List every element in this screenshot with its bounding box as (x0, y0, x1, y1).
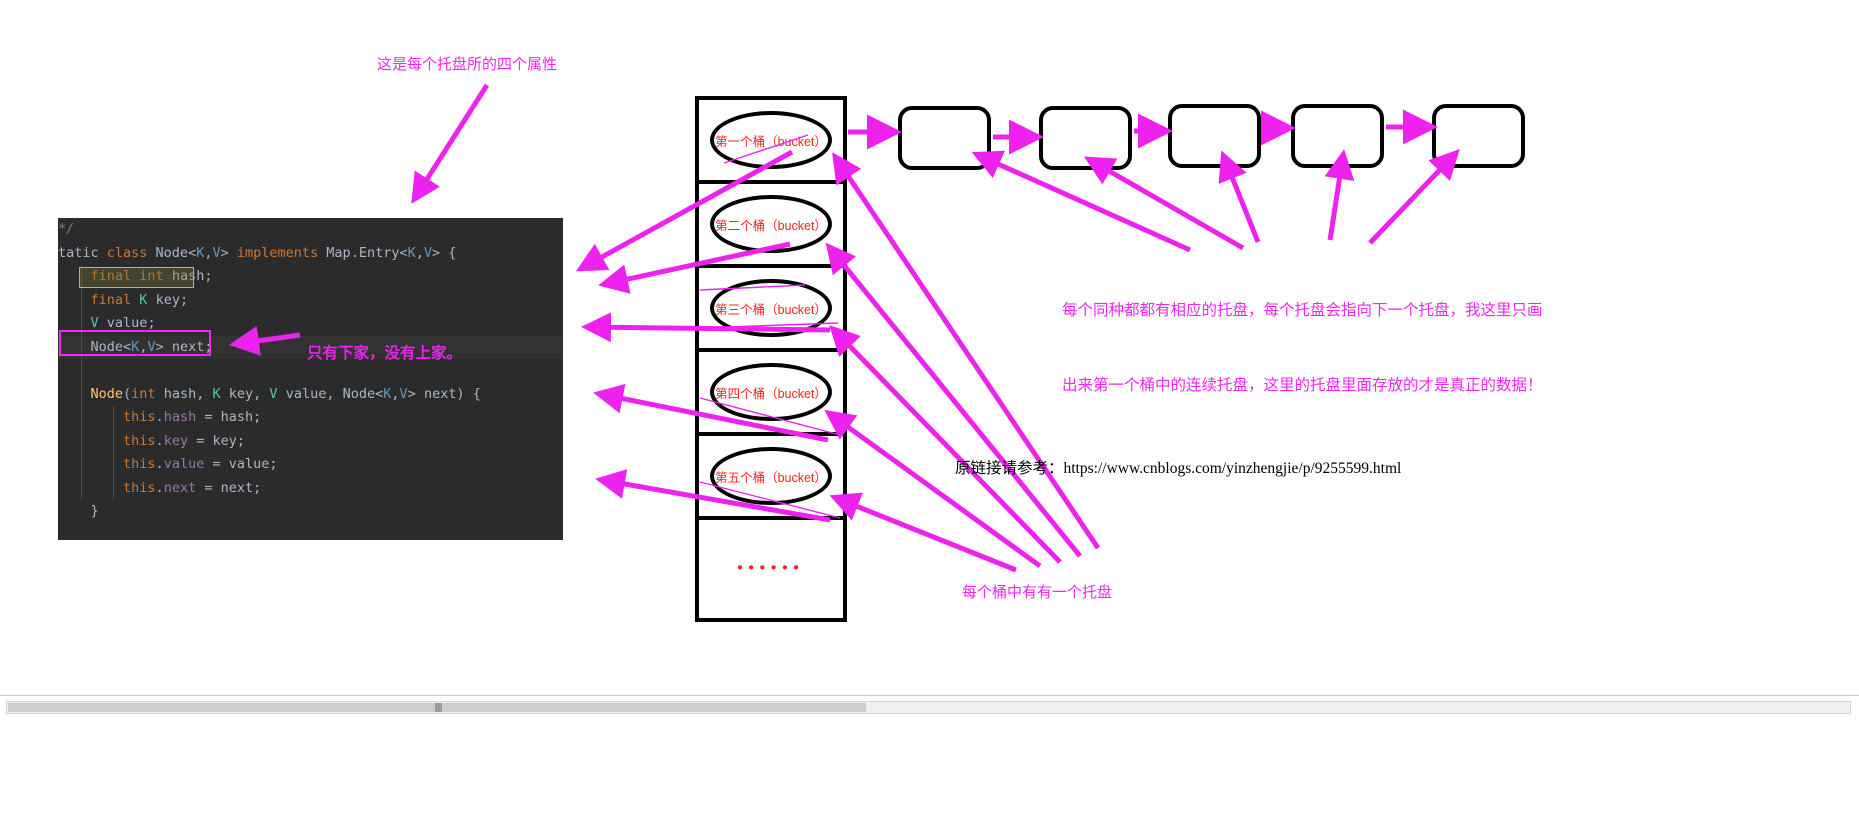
tray-node-2[interactable] (1039, 106, 1132, 170)
code-line: Node(int hash, K key, V value, Node<K,V>… (90, 385, 481, 402)
code-line: this.key = key; (123, 432, 245, 449)
indent-guide (81, 265, 82, 500)
arrow-text-to-tray4 (1324, 149, 1355, 241)
arrow-bottom-to-bucket2 (825, 242, 1082, 558)
annotation-right-block: 每个同种都都有相应的托盘，每个托盘会指向下一个托盘，我这里只画 出来第一个桶中的… (1062, 248, 1543, 448)
ellipsis-dots: •••••• (737, 559, 805, 576)
arrow-bottom-to-bucket1 (832, 152, 1101, 550)
bucket-cell[interactable]: 第二个桶（bucket） (699, 184, 843, 268)
source-url-text: 原链接请参考：https://www.cnblogs.com/yinzhengj… (955, 460, 1402, 477)
arrow-bottom-to-bucket3 (829, 324, 1062, 564)
bucket-ellipse: 第五个桶（bucket） (710, 447, 832, 505)
annotation-top-text: 这是每个托盘所的四个属性 (377, 56, 558, 73)
code-line: this.value = value; (123, 456, 278, 472)
horizontal-scrollbar-track[interactable] (6, 701, 1851, 714)
arrow-text-to-tray3 (1218, 150, 1261, 243)
arrow-bottom-to-bucket5 (829, 492, 1017, 573)
annotation-next-field: 只有下家，没有上家。 (307, 345, 463, 362)
code-line: } (90, 503, 99, 519)
tray-node-3[interactable] (1168, 104, 1261, 168)
bucket-label: 第三个桶（bucket） (715, 302, 827, 317)
annotation-right-line-2: 出来第一个桶中的连续托盘，这里的托盘里面存放的才是真正的数据！ (1062, 377, 1543, 394)
bucket-cell[interactable]: 第四个桶（bucket） (699, 352, 843, 436)
bucket-ellipse: 第二个桶（bucket） (710, 195, 832, 253)
code-editor-panel[interactable]: */ tatic class Node<K,V> implements Map.… (58, 218, 563, 540)
arrow-text-to-tray2 (1083, 156, 1245, 251)
code-line: this.next = next; (123, 479, 262, 496)
bucket-label: 第四个桶（bucket） (715, 386, 827, 401)
indent-guide (113, 406, 114, 500)
bucket-label: 第五个桶（bucket） (715, 470, 827, 485)
tray-node-4[interactable] (1291, 104, 1384, 168)
annotation-bottom-text: 每个桶中有有一个托盘 (962, 584, 1113, 601)
scrollbar-tick-marker (435, 703, 442, 712)
bucket-label: 第二个桶（bucket） (715, 218, 827, 233)
code-line: tatic class Node<K,V> implements Map.Ent… (58, 244, 457, 261)
bucket-cell[interactable]: 第一个桶（bucket） (699, 100, 843, 184)
tray-node-5[interactable] (1432, 104, 1525, 168)
diagram-canvas: 这是每个托盘所的四个属性 */ tatic class Node<K,V> im… (0, 0, 1859, 840)
bucket-ellipse: 第一个桶（bucket） (710, 111, 832, 169)
bottom-chrome-bar (0, 695, 1859, 840)
arrow-bottom-to-bucket4 (824, 409, 1042, 569)
code-line: this.hash = hash; (123, 409, 262, 425)
bucket-label: 第一个桶（bucket） (715, 134, 827, 149)
annotation-right-line-1: 每个同种都都有相应的托盘，每个托盘会指向下一个托盘，我这里只画 (1062, 302, 1543, 319)
code-line: */ (58, 221, 75, 237)
arrow-top-to-code (411, 83, 490, 204)
bucket-ellipse: 第四个桶（bucket） (710, 363, 832, 421)
bucket-ellipse: 第三个桶（bucket） (710, 279, 832, 337)
tray-node-1[interactable] (898, 106, 991, 170)
bucket-cell[interactable]: 第五个桶（bucket） (699, 436, 843, 520)
code-line: final K key; (90, 291, 189, 308)
bucket-cell[interactable]: 第三个桶（bucket） (699, 268, 843, 352)
bucket-array-table: 第一个桶（bucket） 第二个桶（bucket） 第三个桶（bucket） 第… (695, 96, 847, 622)
code-selection-highlight (79, 267, 194, 288)
next-field-marker-box (59, 330, 211, 356)
bucket-cell-ellipsis[interactable]: •••••• (699, 520, 843, 615)
